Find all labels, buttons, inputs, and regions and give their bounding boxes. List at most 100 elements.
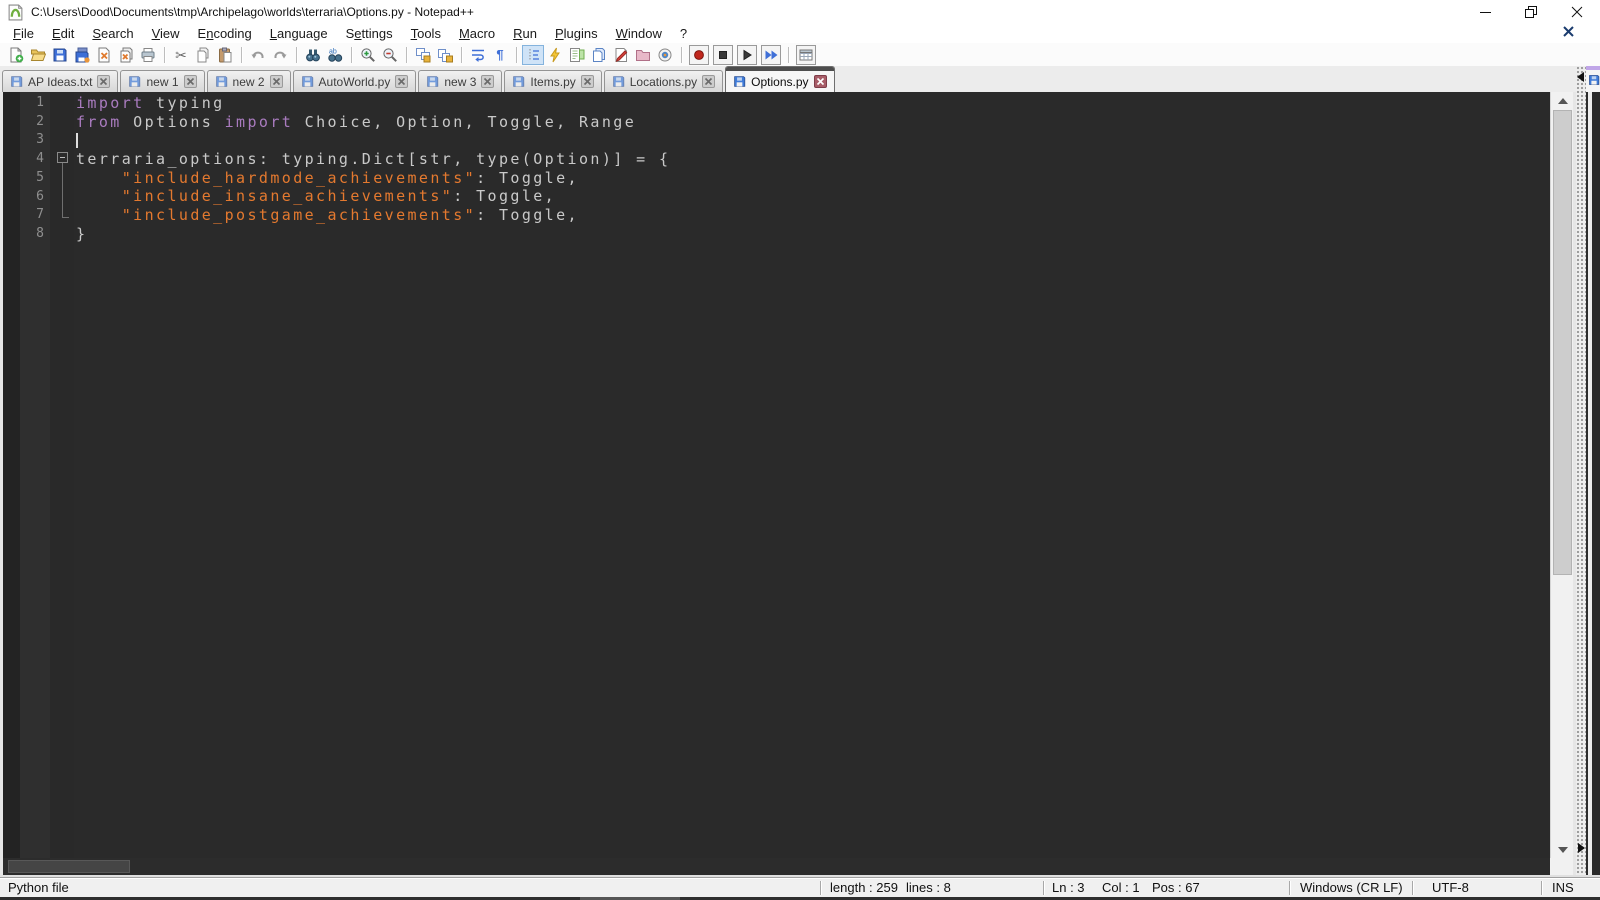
close-button[interactable] [1554,0,1600,24]
tab-new-3[interactable]: new 3 [418,70,503,92]
menu-language[interactable]: Language [261,25,337,42]
scroll-down-icon[interactable] [1551,841,1574,858]
copy-button[interactable] [192,45,214,65]
print-button[interactable] [137,45,159,65]
save-all-button[interactable] [71,45,93,65]
tab-label: AutoWorld.py [318,74,391,89]
record-macro-button[interactable] [689,44,709,65]
tab-close-icon[interactable] [269,75,283,88]
scroll-up-icon[interactable] [1551,92,1574,109]
zoom-in-button[interactable] [357,45,379,65]
menu-run[interactable]: Run [504,25,546,42]
tab-items-py[interactable]: Items.py [504,70,602,92]
saved-file-icon [10,75,23,88]
vertical-scrollbar[interactable] [1550,92,1573,858]
vertical-scroll-thumb[interactable] [1553,110,1572,575]
edit-marker-icon [613,47,629,63]
close-file-button[interactable] [93,45,115,65]
word-wrap-button[interactable] [467,45,489,65]
minimize-icon [1479,11,1491,13]
notepadpp-window: C:\Users\Dood\Documents\tmp\Archipelago\… [0,0,1600,900]
menu-search[interactable]: Search [83,25,142,42]
tab-label: Locations.py [629,74,698,89]
menu-help[interactable]: ? [671,25,696,42]
replace-button[interactable]: ab [324,45,346,65]
tab-autoworld-py[interactable]: AutoWorld.py [292,70,417,92]
status-separator [1043,881,1044,895]
play-macro-button[interactable] [737,44,757,65]
status-position: Pos : 67 [1152,880,1200,895]
window-title: C:\Users\Dood\Documents\tmp\Archipelago\… [31,5,474,19]
find-button[interactable] [302,45,324,65]
secondary-view-tab[interactable] [1586,66,1600,92]
menu-view[interactable]: View [143,25,189,42]
tab-close-icon[interactable] [97,75,111,88]
project-panel-button[interactable] [632,45,654,65]
code-line-7: "include_postgame_achievements": Toggle, [121,206,579,225]
save-macro-button[interactable] [796,44,816,65]
tab-locations-py[interactable]: Locations.py [603,70,724,92]
status-bar: Python file length : 259 lines : 8 Ln : … [0,877,1600,897]
zoom-out-button[interactable] [379,45,401,65]
fold-collapse-icon[interactable] [57,152,68,163]
horizontal-scrollbar[interactable] [3,858,1550,875]
tab-new-2[interactable]: new 2 [206,70,291,92]
tab-label: new 3 [444,74,477,89]
menu-edit[interactable]: Edit [43,25,83,42]
new-file-button[interactable] [5,45,27,65]
toolbar-separator [516,46,517,63]
function-list-icon [547,47,563,63]
tab-close-icon[interactable] [702,75,716,88]
status-separator [1541,881,1542,895]
fold-guide-corner [62,217,69,218]
close-all-button[interactable] [115,45,137,65]
run-macro-multiple-button[interactable] [761,44,781,65]
edit-marker-button[interactable] [610,45,632,65]
menu-settings[interactable]: Settings [337,25,402,42]
menu-encoding[interactable]: Encoding [189,25,261,42]
status-eol: Windows (CR LF) [1300,880,1403,895]
indent-guide-button[interactable] [522,44,544,65]
sync-horizontal-scrolling-button[interactable] [434,45,456,65]
menu-macro[interactable]: Macro [450,25,504,42]
code-line-2: from Options import Choice, Option, Togg… [76,112,637,131]
tab-options-py[interactable]: Options.py [725,66,835,92]
copy-icon [195,47,211,63]
menubar-close-doc-icon[interactable] [1563,25,1574,40]
show-all-characters-button[interactable]: ¶ [489,45,511,65]
menu-tools[interactable]: Tools [402,25,450,42]
view-splitter[interactable] [1576,66,1586,875]
menu-file[interactable]: File [4,25,43,42]
tab-close-icon[interactable] [580,75,594,88]
code-text-area[interactable]: import typing from Options import Choice,… [74,92,1550,858]
restore-button[interactable] [1508,0,1554,24]
tab-ap-ideas-txt[interactable]: AP Ideas.txt [2,70,119,92]
tab-new-1[interactable]: new 1 [120,70,205,92]
document-switcher-button[interactable] [588,45,610,65]
minimize-button[interactable] [1462,0,1508,24]
cut-button[interactable]: ✂ [170,45,192,65]
document-map-button[interactable] [566,45,588,65]
record-macro-icon [691,47,707,63]
stop-macro-button[interactable] [713,44,733,65]
tab-close-icon[interactable] [395,75,409,88]
menu-plugins[interactable]: Plugins [546,25,607,42]
tab-close-icon[interactable] [183,75,197,88]
sync-vertical-scrolling-button[interactable] [412,45,434,65]
splitter-arrow-icon[interactable] [1578,843,1585,853]
save-file-button[interactable] [49,45,71,65]
open-file-button[interactable] [27,45,49,65]
redo-button[interactable] [269,45,291,65]
tab-close-icon[interactable] [813,75,827,88]
file-monitor-button[interactable] [654,45,676,65]
tab-bar: AP Ideas.txt new 1 new 2 AutoWorld.py new 3 I… [0,66,1600,92]
horizontal-scroll-thumb[interactable] [8,860,130,873]
status-separator [1412,881,1413,895]
tab-scroll-left-icon[interactable] [1577,72,1584,82]
paste-button[interactable] [214,45,236,65]
menu-window[interactable]: Window [607,25,671,42]
undo-button[interactable] [247,45,269,65]
tab-close-icon[interactable] [481,75,495,88]
editor-area[interactable]: 1 2 3 4 5 6 7 8 import typing from Options impor… [0,66,1600,877]
function-list-button[interactable] [544,45,566,65]
